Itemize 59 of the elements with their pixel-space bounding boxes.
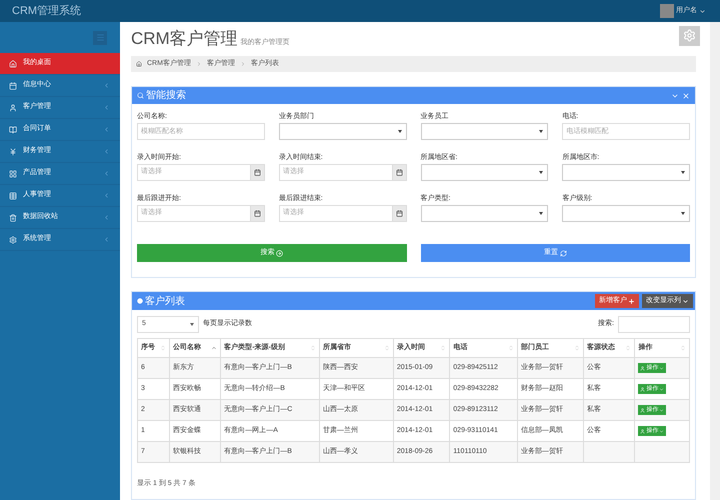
page-title: CRM客户管理	[131, 28, 238, 49]
caret-icon	[682, 298, 689, 304]
search-icon	[137, 92, 144, 99]
calendar-icon	[254, 210, 261, 217]
caret-icon	[659, 408, 664, 412]
calendar-icon	[254, 169, 261, 176]
menu-item-icon	[9, 170, 17, 178]
menu-item-icon	[9, 82, 17, 90]
calendar-icon	[396, 169, 402, 176]
settings-button[interactable]	[679, 26, 700, 46]
settings-icon	[683, 29, 696, 42]
panel-title: 客户列表	[145, 294, 185, 308]
dropdown-icon	[681, 212, 685, 215]
menu-item-icon	[9, 214, 17, 222]
menu-item-icon	[9, 148, 17, 156]
circle-icon	[137, 298, 143, 304]
select-field[interactable]	[420, 123, 548, 140]
select-field[interactable]	[278, 123, 406, 140]
user-icon	[640, 428, 646, 434]
menu-item-icon	[9, 104, 17, 112]
select-field[interactable]	[420, 164, 548, 181]
calendar-button[interactable]	[250, 164, 265, 181]
user-icon	[640, 386, 646, 392]
home-icon	[136, 60, 142, 67]
select-field[interactable]	[420, 205, 548, 222]
select-field[interactable]	[562, 205, 690, 222]
dropdown-icon	[539, 171, 544, 174]
caret-icon	[699, 8, 706, 14]
dropdown-icon	[539, 212, 544, 215]
caret-icon	[659, 366, 664, 370]
calendar-icon	[396, 210, 402, 217]
separator-icon	[240, 60, 246, 67]
menu-icon	[96, 33, 104, 42]
menu-item-icon	[9, 60, 17, 68]
menu-item-icon	[9, 192, 17, 200]
avatar-icon	[660, 4, 674, 18]
caret-icon	[659, 386, 664, 392]
sort-ascending-icon	[211, 345, 218, 351]
user-icon	[640, 366, 646, 370]
plus-icon	[628, 298, 635, 304]
separator-icon	[196, 60, 202, 67]
menu-toggle-button[interactable]	[93, 30, 107, 44]
close-icon[interactable]	[682, 92, 690, 100]
table-search-field[interactable]	[618, 316, 690, 332]
refresh-icon	[560, 250, 567, 256]
select-field[interactable]	[562, 164, 690, 181]
app-title: CRM管理系统	[12, 4, 82, 19]
dropdown-icon	[681, 171, 685, 174]
panel-title: 智能搜索	[146, 88, 186, 103]
menu-item-icon	[9, 236, 17, 244]
arrow-circle-icon	[276, 250, 284, 256]
calendar-button[interactable]	[250, 205, 265, 222]
dropdown-icon	[539, 130, 544, 133]
calendar-button[interactable]	[392, 164, 406, 181]
dropdown-icon	[398, 130, 402, 133]
caret-icon	[659, 428, 664, 434]
user-icon	[640, 408, 646, 412]
calendar-button[interactable]	[392, 205, 406, 222]
menu-item-icon	[9, 126, 17, 134]
